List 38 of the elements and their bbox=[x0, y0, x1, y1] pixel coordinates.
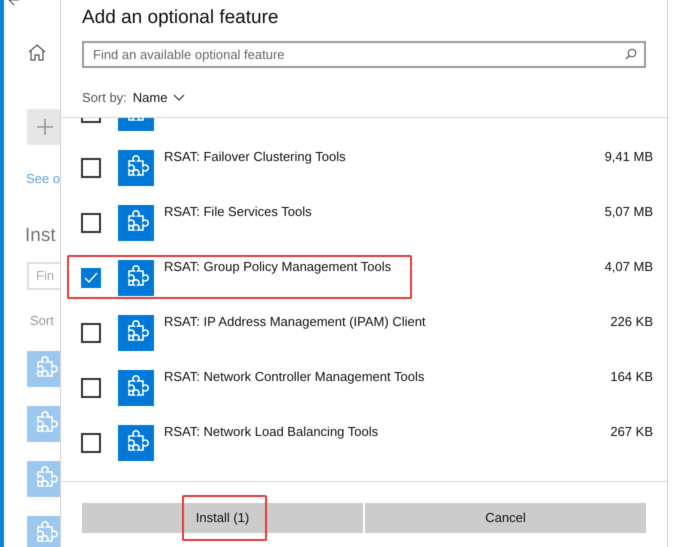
checkbox[interactable] bbox=[81, 433, 101, 453]
checkbox[interactable] bbox=[81, 268, 101, 288]
feature-size: 267 KB bbox=[610, 422, 653, 440]
puzzle-icon bbox=[118, 205, 154, 241]
install-button[interactable]: Install (1) bbox=[82, 502, 363, 532]
add-feature-button[interactable] bbox=[27, 109, 60, 145]
checkbox[interactable] bbox=[81, 323, 101, 343]
checkbox[interactable] bbox=[81, 378, 101, 398]
chevron-down-icon bbox=[173, 94, 186, 102]
feature-name: RSAT: File Services Tools bbox=[164, 202, 312, 220]
feature-name: RSAT: Network Controller Management Tools bbox=[164, 368, 424, 386]
search-icon bbox=[625, 48, 637, 60]
plus-icon bbox=[37, 119, 53, 135]
feature-size: 5,07 MB bbox=[604, 202, 653, 220]
feature-size: 9,41 MB bbox=[604, 148, 653, 166]
sort-label: Sort bbox=[30, 312, 54, 330]
feature-name: RSAT: Group Policy Management Tools bbox=[164, 258, 392, 276]
puzzle-icon bbox=[118, 370, 154, 406]
puzzle-icon bbox=[118, 150, 154, 186]
checkmark-icon bbox=[84, 272, 98, 284]
puzzle-icon bbox=[118, 315, 154, 351]
puzzle-icon bbox=[118, 425, 154, 461]
feature-size: 4,07 MB bbox=[604, 258, 653, 276]
section-heading: Inst bbox=[25, 224, 56, 248]
home-icon[interactable] bbox=[28, 44, 46, 61]
feature-size: 226 KB bbox=[610, 312, 653, 330]
puzzle-icon bbox=[118, 260, 154, 296]
checkbox[interactable] bbox=[81, 158, 101, 178]
back-arrow-icon[interactable] bbox=[8, 0, 20, 6]
search-field[interactable]: Find an available optional feature bbox=[82, 41, 646, 68]
feature-size: 164 KB bbox=[610, 368, 653, 386]
feature-name: RSAT: Failover Clustering Tools bbox=[164, 148, 346, 166]
checkbox[interactable] bbox=[81, 213, 101, 233]
feature-name: RSAT: Network Load Balancing Tools bbox=[164, 422, 378, 441]
sort-dropdown[interactable]: Sort by: Name bbox=[82, 88, 186, 108]
dialog-title: Add an optional feature bbox=[82, 6, 280, 30]
feature-name: RSAT: IP Address Management (IPAM) Client bbox=[164, 312, 426, 331]
cancel-button[interactable]: Cancel bbox=[365, 502, 646, 532]
